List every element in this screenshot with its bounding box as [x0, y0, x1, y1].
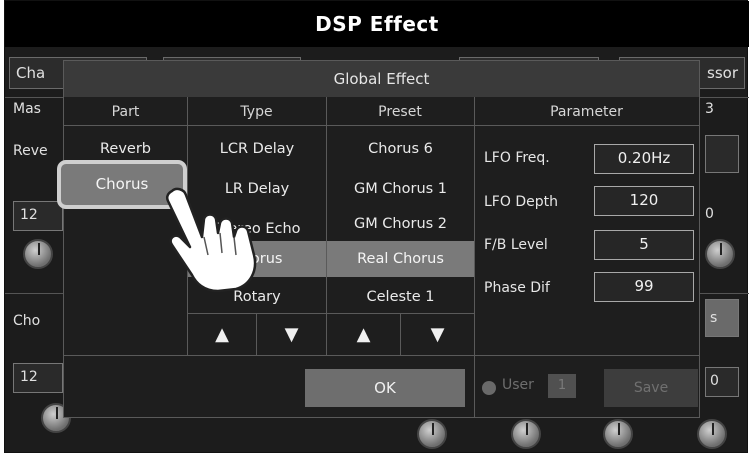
right-value-2: 0 [705, 206, 714, 222]
preset-item[interactable]: Chorus 6 [327, 131, 474, 167]
dialog-title: Global Effect [64, 61, 699, 97]
type-scroll-down-icon[interactable]: ▼ [257, 316, 326, 354]
bottom-knob-icon[interactable] [511, 419, 541, 449]
column-header-preset: Preset [378, 104, 422, 120]
right-box-1 [705, 135, 739, 173]
divider [64, 355, 699, 356]
preset-scroll-up-icon[interactable]: ▲ [327, 316, 400, 354]
preset-item[interactable]: GM Chorus 2 [327, 206, 474, 242]
param-label-phase-dif: Phase Dif [484, 280, 550, 296]
divider [474, 97, 475, 417]
right-box-2[interactable]: 0 [705, 367, 739, 397]
column-header-parameter: Parameter [550, 104, 623, 120]
param-value-lfo-freq[interactable]: 0.20Hz [594, 144, 694, 174]
param-value-phase-dif[interactable]: 99 [594, 272, 694, 302]
param-label-fb-level: F/B Level [484, 237, 548, 253]
right-knob-icon[interactable] [705, 239, 735, 269]
type-scroll-up-icon[interactable]: ▲ [188, 316, 256, 354]
hand-pointer-icon [165, 187, 257, 293]
param-value-fb-level[interactable]: 5 [594, 230, 694, 260]
preset-item[interactable]: Celeste 1 [327, 279, 474, 315]
divider [64, 125, 699, 126]
preset-scroll-down-icon[interactable]: ▼ [401, 316, 474, 354]
user-radio-dot-icon[interactable] [482, 381, 496, 395]
param-label-lfo-depth: LFO Depth [484, 194, 558, 210]
param-value-lfo-depth[interactable]: 120 [594, 186, 694, 216]
bottom-knob-icon[interactable] [417, 419, 447, 449]
bottom-knob-icon[interactable] [603, 419, 633, 449]
chorus-level-box[interactable]: 12 [13, 363, 63, 393]
user-number-box[interactable]: 1 [548, 374, 576, 398]
type-item[interactable]: LCR Delay [188, 131, 326, 167]
user-label: User [502, 377, 534, 393]
param-label-lfo-freq: LFO Freq. [484, 150, 550, 166]
right-button[interactable]: s [705, 299, 739, 337]
reverb-level-box[interactable]: 12 [13, 201, 63, 231]
reverb-knob-icon[interactable] [23, 239, 53, 269]
column-header-type: Type [240, 104, 273, 120]
preset-item-selected[interactable]: Real Chorus [327, 241, 474, 277]
row-label-reverb: Reve [13, 143, 48, 159]
right-value-1: 3 [705, 101, 714, 117]
row-label-chorus: Cho [13, 313, 41, 329]
preset-item[interactable]: GM Chorus 1 [327, 171, 474, 207]
bottom-knob-icon[interactable] [697, 419, 727, 449]
column-header-part: Part [111, 104, 140, 120]
ok-button[interactable]: OK [305, 369, 465, 407]
row-label-master: Mas [13, 101, 41, 117]
page-title: DSP Effect [5, 1, 749, 47]
save-button[interactable]: Save [604, 369, 698, 407]
